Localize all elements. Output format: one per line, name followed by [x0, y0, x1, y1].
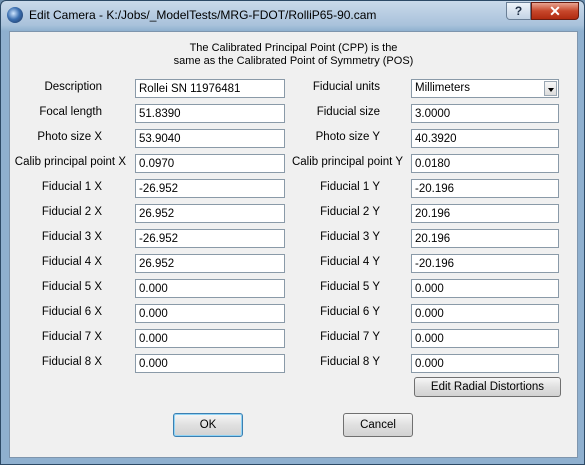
title-bar[interactable]: Edit Camera - K:/Jobs/_ModelTests/MRG-FD… — [1, 1, 584, 29]
photo-size-x-label: Photo size X — [37, 131, 102, 143]
fiducial-4-y-label: Fiducial 4 Y — [320, 256, 380, 268]
calib-principal-point-y-field[interactable] — [411, 154, 559, 173]
cpp-note-line-2: same as the Calibrated Point of Symmetry… — [173, 55, 414, 67]
fiducial-size-label: Fiducial size — [316, 106, 380, 118]
close-button[interactable]: ✕ — [531, 2, 579, 20]
calib-principal-point-y-label: Calib principal point Y — [291, 156, 403, 168]
photo-size-x-field[interactable] — [135, 129, 285, 148]
edit-camera-dialog: Edit Camera - K:/Jobs/_ModelTests/MRG-FD… — [0, 0, 585, 465]
fiducial-2-x-label: Fiducial 2 X — [41, 206, 102, 218]
fiducial-1-y-field[interactable] — [411, 179, 559, 198]
fiducial-1-x-field[interactable] — [135, 179, 285, 198]
fiducial-6-y-field[interactable] — [411, 304, 559, 323]
fiducial-7-x-field[interactable] — [135, 329, 285, 348]
fiducial-4-x-label: Fiducial 4 X — [41, 256, 102, 268]
fiducial-units-value: Millimeters — [415, 82, 470, 94]
fiducial-size-field[interactable] — [411, 104, 559, 123]
calib-principal-point-x-field[interactable] — [135, 154, 285, 173]
fiducial-4-x-field[interactable] — [135, 254, 285, 273]
fiducial-1-y-label: Fiducial 1 Y — [320, 181, 380, 193]
dialog-body: The Calibrated Principal Point (CPP) is … — [9, 31, 578, 458]
fiducial-3-y-field[interactable] — [411, 229, 559, 248]
fiducial-2-y-label: Fiducial 2 Y — [320, 206, 380, 218]
fiducial-units-dropdown[interactable]: Millimeters — [411, 79, 559, 98]
fiducial-5-y-label: Fiducial 5 Y — [320, 281, 380, 293]
fiducial-5-x-label: Fiducial 5 X — [41, 281, 102, 293]
fiducial-7-y-label: Fiducial 7 Y — [320, 331, 380, 343]
help-button[interactable]: ? — [506, 2, 531, 20]
app-icon — [7, 7, 23, 23]
fiducial-3-x-field[interactable] — [135, 229, 285, 248]
fiducial-7-y-field[interactable] — [411, 329, 559, 348]
fiducial-3-y-label: Fiducial 3 Y — [320, 231, 380, 243]
window-title: Edit Camera - K:/Jobs/_ModelTests/MRG-FD… — [29, 8, 377, 22]
fiducial-8-x-field[interactable] — [135, 354, 285, 373]
fiducial-7-x-label: Fiducial 7 X — [41, 331, 102, 343]
cpp-note-line-1: The Calibrated Principal Point (CPP) is … — [189, 42, 398, 54]
fiducial-8-y-field[interactable] — [411, 354, 559, 373]
fiducial-5-y-field[interactable] — [411, 279, 559, 298]
chevron-down-icon[interactable] — [544, 81, 557, 96]
fiducial-4-y-field[interactable] — [411, 254, 559, 273]
fiducial-5-x-field[interactable] — [135, 279, 285, 298]
fiducial-3-x-label: Fiducial 3 X — [41, 231, 102, 243]
cancel-button[interactable]: Cancel — [343, 413, 413, 437]
ok-button[interactable]: OK — [173, 413, 243, 437]
edit-radial-distortions-button[interactable]: Edit Radial Distortions — [414, 377, 561, 397]
description-label: Description — [44, 81, 102, 93]
fiducial-units-label: Fiducial units — [312, 81, 380, 93]
focal-length-field[interactable] — [135, 104, 285, 123]
photo-size-y-field[interactable] — [411, 129, 559, 148]
fiducial-6-x-field[interactable] — [135, 304, 285, 323]
fiducial-8-y-label: Fiducial 8 Y — [320, 356, 380, 368]
focal-length-label: Focal length — [39, 106, 102, 118]
photo-size-y-label: Photo size Y — [315, 131, 380, 143]
fiducial-1-x-label: Fiducial 1 X — [41, 181, 102, 193]
fiducial-2-x-field[interactable] — [135, 204, 285, 223]
fiducial-8-x-label: Fiducial 8 X — [41, 356, 102, 368]
fiducial-2-y-field[interactable] — [411, 204, 559, 223]
fiducial-6-y-label: Fiducial 6 Y — [320, 306, 380, 318]
description-field[interactable] — [135, 79, 285, 98]
calib-principal-point-x-label: Calib principal point X — [14, 156, 126, 168]
fiducial-6-x-label: Fiducial 6 X — [41, 306, 102, 318]
